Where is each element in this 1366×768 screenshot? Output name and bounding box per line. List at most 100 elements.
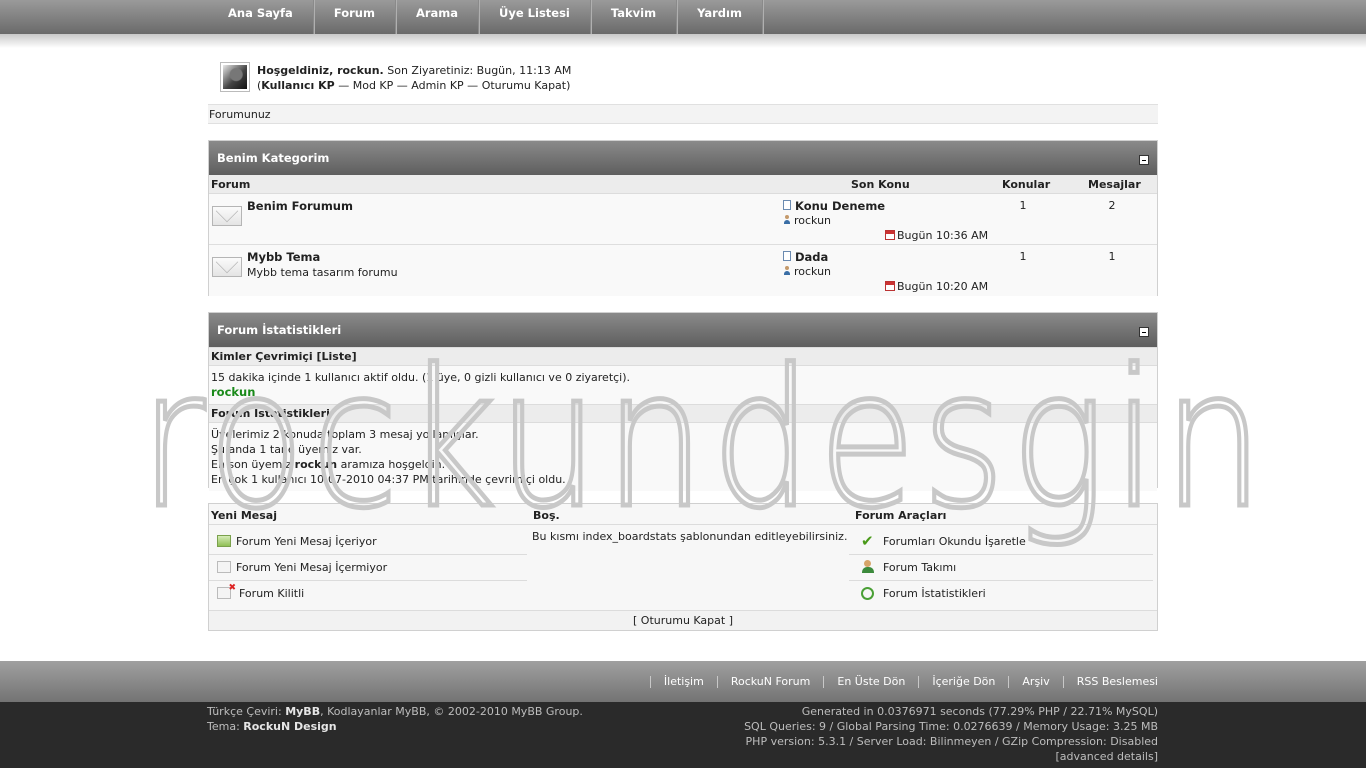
last-post-user[interactable]: rockun — [794, 214, 831, 227]
back-to-top-link[interactable]: En Üste Dön — [823, 675, 918, 688]
column-headers: Forum Son Konu Konular Mesajlar — [209, 175, 1157, 194]
mod-cp-link[interactable]: Mod KP — [353, 79, 394, 92]
category-title[interactable]: Benim Kategorim — [217, 151, 329, 165]
calendar-icon — [885, 230, 895, 240]
collapse-icon[interactable] — [1139, 155, 1149, 165]
col-forum: Forum — [211, 178, 251, 191]
last-post-user[interactable]: rockun — [794, 265, 831, 278]
check-icon: ✔ — [861, 532, 874, 550]
divider — [849, 554, 1153, 555]
avatar-image — [223, 65, 247, 89]
rockun-forum-link[interactable]: RockuN Forum — [716, 675, 824, 688]
sep: — — [334, 79, 353, 92]
logout-link[interactable]: Oturumu Kapat — [482, 79, 566, 92]
debug-line: Generated in 0.0376971 seconds (77.29% P… — [801, 705, 1158, 718]
user-icon — [783, 266, 791, 276]
legend-item: Forum Yeni Mesaj İçeriyor — [236, 535, 377, 548]
nav-calendar[interactable]: Takvim — [591, 0, 678, 34]
copy-text: Tema: — [207, 720, 244, 733]
divider — [209, 524, 1157, 525]
document-icon — [783, 251, 791, 261]
debug-line: PHP version: 5.3.1 / Server Load: Bilinm… — [745, 735, 1158, 748]
welcome-block: Hoşgeldiniz, rockun. Son Ziyaretiniz: Bu… — [257, 63, 571, 93]
legend-item: Forum Yeni Mesaj İçermiyor — [236, 561, 388, 574]
copyright: Türkçe Çeviri: MyBB, Kodlayanlar MyBB, ©… — [207, 704, 583, 734]
document-icon — [783, 200, 791, 210]
thread-count: 1 — [1019, 199, 1027, 212]
last-post-subject[interactable]: Konu Deneme — [795, 199, 885, 213]
breadcrumb: Forumunuz — [208, 104, 1158, 124]
forum-tools-title: Forum Araçları — [855, 509, 947, 522]
divider — [209, 554, 527, 555]
whos-online-head: Kimler Çevrimiçi [Liste] — [209, 347, 1157, 366]
last-visit: Son Ziyaretiniz: Bugün, 11:13 AM — [387, 64, 572, 77]
mark-read-link[interactable]: Forumları Okundu İşaretle — [883, 535, 1026, 548]
stats-line: En çok 1 kullanıcı 10-07-2010 04:37 PM t… — [211, 473, 566, 486]
post-count: 1 — [1108, 250, 1116, 263]
stats-line: Şu anda 1 tane üyemiz var. — [211, 443, 362, 456]
stats-text: aramıza hoşgeldin. — [337, 458, 446, 471]
team-icon — [861, 560, 875, 573]
nav-home[interactable]: Ana Sayfa — [208, 0, 314, 34]
stats-header: Forum İstatistikleri — [209, 313, 1157, 347]
legend-box: Yeni Mesaj Forum Yeni Mesaj İçeriyor For… — [208, 503, 1158, 631]
online-user-link[interactable]: rockun — [211, 385, 1155, 400]
nav-help[interactable]: Yardım — [677, 0, 763, 34]
forum-name[interactable]: Benim Forumum — [247, 199, 353, 213]
logout-footer-link[interactable]: [ Oturumu Kapat ] — [633, 614, 733, 627]
footer-links: İletişim RockuN Forum En Üste Dön İçeriğ… — [649, 661, 1158, 702]
debug-line: SQL Queries: 9 / Global Parsing Time: 0.… — [744, 720, 1158, 733]
paren-close: ) — [566, 79, 571, 92]
category-table: Benim Kategorim Forum Son Konu Konular M… — [208, 140, 1158, 296]
archive-link[interactable]: Arşiv — [1008, 675, 1062, 688]
online-list-link[interactable]: Liste — [322, 350, 352, 363]
user-cp-link[interactable]: Kullanıcı KP — [261, 79, 334, 92]
forum-status-icon — [212, 206, 242, 226]
debug-info: Generated in 0.0376971 seconds (77.29% P… — [744, 704, 1158, 764]
board-stats-body: Üyelerimiz 2 konuda toplam 3 mesaj yolla… — [209, 423, 1157, 491]
mybb-link[interactable]: MyBB — [285, 705, 320, 718]
nav-memberlist[interactable]: Üye Listesi — [479, 0, 591, 34]
post-count: 2 — [1108, 199, 1116, 212]
admin-cp-link[interactable]: Admin KP — [411, 79, 463, 92]
refresh-icon — [861, 587, 874, 600]
forum-status-icon — [212, 257, 242, 277]
bracket: [ — [312, 350, 322, 363]
whos-online-body: 15 dakika içinde 1 kullanıcı aktif oldu.… — [209, 366, 1157, 404]
copy-text: , Kodlayanlar MyBB, © 2002-2010 MyBB Gro… — [320, 705, 583, 718]
new-posts-icon — [217, 535, 231, 547]
col-last-post: Son Konu — [851, 178, 910, 191]
forum-name[interactable]: Mybb Tema — [247, 250, 320, 264]
legend-item: Forum Kilitli — [239, 587, 305, 600]
back-to-content-link[interactable]: İçeriğe Dön — [918, 675, 1008, 688]
copy-text: Türkçe Çeviri: — [207, 705, 286, 718]
stats-line: Üyelerimiz 2 konuda toplam 3 mesaj yolla… — [211, 428, 479, 441]
last-post-subject[interactable]: Dada — [795, 250, 828, 264]
forum-description: Mybb tema tasarım forumu — [247, 266, 398, 279]
category-header: Benim Kategorim — [209, 141, 1157, 175]
legend-note: Bu kısmı index_boardstats şablonundan ed… — [532, 530, 848, 543]
avatar[interactable] — [220, 62, 250, 92]
footer-bottom — [0, 702, 1366, 768]
nav-forum[interactable]: Forum — [314, 0, 396, 34]
contact-link[interactable]: İletişim — [649, 675, 717, 688]
board-stats-title: Forum İstatistikleri — [211, 407, 330, 420]
sep: — — [463, 79, 482, 92]
sep: — — [393, 79, 412, 92]
nav-search[interactable]: Arama — [396, 0, 480, 34]
calendar-icon — [885, 281, 895, 291]
advanced-details-link[interactable]: [advanced details] — [744, 749, 1158, 764]
forum-stats-link[interactable]: Forum İstatistikleri — [883, 587, 986, 600]
stats-title: Forum İstatistikleri — [217, 323, 342, 337]
theme-link[interactable]: RockuN Design — [243, 720, 336, 733]
collapse-icon[interactable] — [1139, 327, 1149, 337]
forum-team-link[interactable]: Forum Takımı — [883, 561, 956, 574]
stats-line: En son üyemiz rockun aramıza hoşgeldin. — [211, 457, 1155, 472]
breadcrumb-home[interactable]: Forumunuz — [209, 108, 271, 121]
locked-icon — [217, 583, 236, 599]
legend-empty-title: Boş. — [533, 509, 560, 522]
divider — [849, 580, 1153, 581]
stats-table: Forum İstatistikleri Kimler Çevrimiçi [L… — [208, 312, 1158, 491]
newest-member-link[interactable]: rockun — [295, 458, 337, 471]
rss-link[interactable]: RSS Beslemesi — [1062, 675, 1158, 688]
